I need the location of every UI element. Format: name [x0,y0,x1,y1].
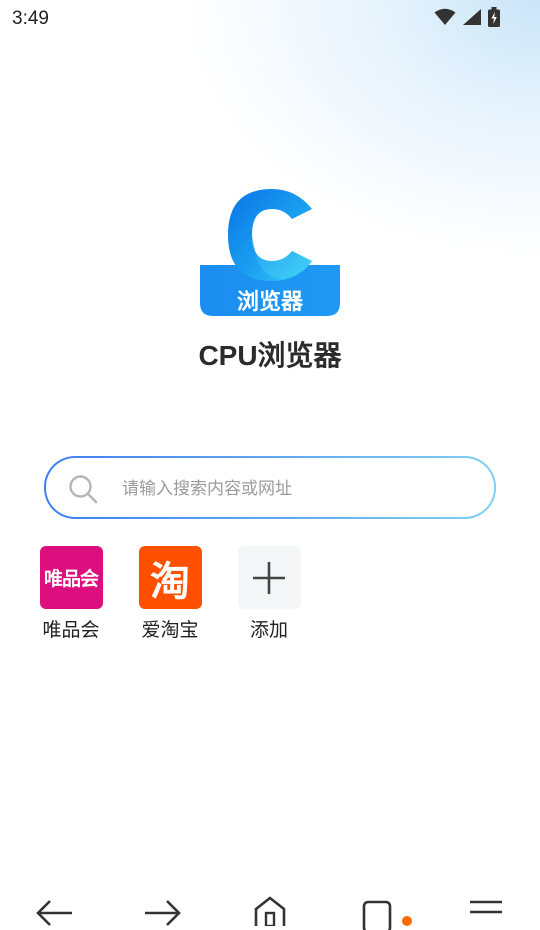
shortcut-label: 添加 [249,620,288,641]
status-icons [434,7,500,27]
shortcut-taobao[interactable]: 淘 爱淘宝 [135,546,205,642]
status-time: 3:49 [12,8,49,29]
signal-icon [463,9,481,25]
app-title: CPU浏览器 [198,340,342,371]
plus-icon [253,561,285,594]
tabs-badge-dot [402,916,412,926]
vipshop-tile-text: 唯品会 [43,569,99,590]
shortcut-add[interactable]: 添加 [234,546,304,642]
search-icon [69,475,98,504]
search-input[interactable] [120,468,484,510]
tabs-icon[interactable] [362,900,394,930]
shortcut-vipshop[interactable]: 唯品会 唯品会 [36,546,106,642]
menu-icon[interactable] [468,900,504,930]
search-bar[interactable] [44,456,496,519]
home-icon[interactable] [253,896,287,926]
add-tile[interactable] [237,546,301,609]
shortcut-label: 爱淘宝 [141,620,199,641]
app-logo: 浏览器 [196,185,344,317]
battery-icon [488,7,500,27]
wifi-icon [434,8,456,25]
taobao-icon[interactable]: 淘 [138,546,202,609]
back-arrow-icon[interactable] [36,898,74,928]
status-bar: 3:49 [0,0,540,36]
bottom-nav [0,886,540,930]
logo-badge-text: 浏览器 [237,289,304,315]
vipshop-icon[interactable]: 唯品会 [39,546,103,609]
forward-arrow-icon[interactable] [143,898,181,928]
taobao-tile-text: 淘 [150,559,190,604]
shortcut-label: 唯品会 [42,620,100,641]
